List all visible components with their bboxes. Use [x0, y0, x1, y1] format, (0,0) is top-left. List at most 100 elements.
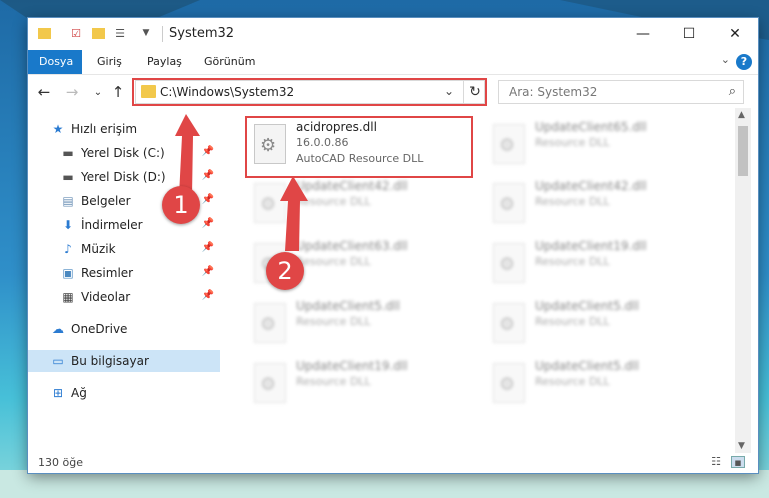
ribbon-expand-icon[interactable]: ⌄ [721, 53, 730, 66]
chevron-down-icon[interactable]: ▼ [138, 25, 154, 41]
sidebar-item-quick-access[interactable]: ★ Hızlı erişim [28, 118, 220, 140]
folder-icon[interactable] [36, 25, 52, 41]
sidebar-item-label: Müzik [81, 242, 116, 256]
properties-icon[interactable]: ☑ [68, 25, 84, 41]
tab-home[interactable]: Giriş [86, 50, 133, 74]
tiles-view-icon[interactable]: ▪ [731, 456, 745, 469]
file-name: UpdateClient19.dll [535, 239, 647, 253]
file-description: Resource DLL [535, 375, 610, 388]
documents-icon: ▤ [62, 194, 74, 208]
pin-icon[interactable]: 📌 [202, 242, 214, 253]
dll-file-icon [254, 183, 286, 223]
pin-icon[interactable]: 📌 [202, 170, 214, 181]
drive-icon: ▬ [62, 170, 74, 184]
video-icon: ▦ [62, 290, 74, 304]
recent-locations-button[interactable]: ⌄ [88, 82, 108, 102]
sidebar-item-label: Yerel Disk (C:) [81, 146, 165, 160]
back-button[interactable]: ← [34, 82, 54, 102]
title-separator [162, 26, 163, 42]
pin-icon[interactable]: 📌 [202, 146, 214, 157]
minimize-icon: — [636, 26, 650, 42]
dll-file-icon [254, 303, 286, 343]
sidebar-item-label: Ağ [71, 386, 87, 400]
star-icon: ★ [52, 122, 64, 136]
dll-file-icon [493, 243, 525, 283]
file-highlight-box [245, 116, 473, 178]
file-tile[interactable]: UpdateClient42.dll Resource DLL [485, 175, 715, 230]
file-description: Resource DLL [296, 375, 371, 388]
pin-icon[interactable]: 📌 [202, 290, 214, 301]
pin-icon[interactable]: 📌 [202, 194, 214, 205]
search-icon[interactable]: ⌕ [729, 84, 736, 99]
scroll-down-icon[interactable]: ▼ [738, 441, 745, 451]
file-name: UpdateClient63.dll [296, 239, 408, 253]
drive-icon: ▬ [62, 146, 74, 160]
item-count: 130 öğe [38, 456, 83, 469]
music-icon: ♪ [64, 242, 72, 256]
sidebar-item-this-pc[interactable]: ▭ Bu bilgisayar [28, 350, 220, 372]
file-name: UpdateClient42.dll [296, 179, 408, 193]
file-description: Resource DLL [535, 195, 610, 208]
sidebar-item-onedrive[interactable]: ☁ OneDrive [28, 318, 220, 340]
up-button[interactable]: ↑ [108, 82, 128, 102]
minimize-button[interactable]: — [620, 18, 666, 50]
details-view-icon[interactable]: ☷ [709, 456, 723, 468]
sidebar-item-disk-c[interactable]: ▬ Yerel Disk (C:) 📌 [28, 142, 220, 164]
scroll-thumb[interactable] [738, 126, 748, 176]
close-icon: ✕ [729, 26, 741, 42]
scroll-up-icon[interactable]: ▲ [738, 110, 745, 120]
vertical-scrollbar[interactable]: ▲ ▼ [735, 108, 751, 453]
tab-file[interactable]: Dosya [28, 50, 82, 74]
arrow-left-icon: ← [37, 83, 51, 101]
file-tile[interactable]: UpdateClient19.dll Resource DLL [485, 235, 715, 290]
file-tile[interactable]: UpdateClient5.dll Resource DLL [246, 295, 476, 350]
address-highlight-box [132, 78, 487, 106]
computer-icon: ▭ [52, 354, 64, 368]
dll-file-icon [493, 303, 525, 343]
forward-button[interactable]: → [62, 82, 82, 102]
search-box[interactable]: Ara: System32 ⌕ [498, 80, 744, 104]
new-folder-icon[interactable] [90, 25, 106, 41]
maximize-icon: ☐ [682, 26, 696, 42]
search-input[interactable]: Ara: System32 [509, 85, 597, 99]
pin-icon[interactable]: 📌 [202, 218, 214, 229]
customize-toolbar-icon[interactable]: ☰ [112, 25, 128, 41]
sidebar-item-label: Resimler [81, 266, 134, 280]
dll-file-icon [493, 124, 525, 164]
sidebar-item-music[interactable]: ♪ Müzik 📌 [28, 238, 220, 260]
sidebar-item-label: Hızlı erişim [71, 122, 138, 136]
pin-icon[interactable]: 📌 [202, 266, 214, 277]
tab-view[interactable]: Görünüm [193, 50, 266, 74]
close-button[interactable]: ✕ [712, 18, 758, 50]
download-icon: ⬇ [62, 218, 74, 232]
sidebar-item-pictures[interactable]: ▣ Resimler 📌 [28, 262, 220, 284]
file-tile[interactable]: UpdateClient5.dll Resource DLL [485, 295, 715, 350]
sidebar-item-label: Belgeler [81, 194, 131, 208]
file-name: UpdateClient19.dll [296, 359, 408, 373]
chevron-down-icon: ⌄ [93, 86, 103, 98]
maximize-button[interactable]: ☐ [666, 18, 712, 50]
file-tile[interactable]: UpdateClient65.dll Resource DLL [485, 116, 715, 171]
navigation-bar: ← → ⌄ ↑ C:\Windows\System32 ⌄ ↻ Ara: Sys… [28, 76, 758, 108]
file-description: Resource DLL [535, 136, 610, 149]
help-icon[interactable]: ? [736, 54, 752, 70]
file-name: UpdateClient42.dll [535, 179, 647, 193]
window-title: System32 [169, 26, 235, 41]
file-tile[interactable]: UpdateClient19.dll Resource DLL [246, 355, 476, 410]
file-list: acidropres.dll 16.0.0.86 AutoCAD Resourc… [233, 108, 735, 453]
sidebar-item-label: İndirmeler [81, 218, 143, 232]
sidebar-item-label: Videolar [81, 290, 131, 304]
ribbon-tabs: Dosya Giriş Paylaş Görünüm ⌄ ? [28, 50, 758, 75]
file-description: Resource DLL [296, 195, 371, 208]
pictures-icon: ▣ [62, 266, 74, 280]
tab-share[interactable]: Paylaş [136, 50, 193, 74]
file-tile[interactable]: UpdateClient42.dll Resource DLL [246, 175, 476, 230]
file-description: Resource DLL [296, 315, 371, 328]
sidebar-item-network[interactable]: ⊞ Ağ [28, 382, 220, 404]
step-badge-2: 2 [266, 252, 304, 290]
file-tile[interactable]: UpdateClient5.dll Resource DLL [485, 355, 715, 410]
sidebar-item-videos[interactable]: ▦ Videolar 📌 [28, 286, 220, 308]
file-name: UpdateClient65.dll [535, 120, 647, 134]
dll-file-icon [493, 363, 525, 403]
sidebar-item-disk-d[interactable]: ▬ Yerel Disk (D:) 📌 [28, 166, 220, 188]
